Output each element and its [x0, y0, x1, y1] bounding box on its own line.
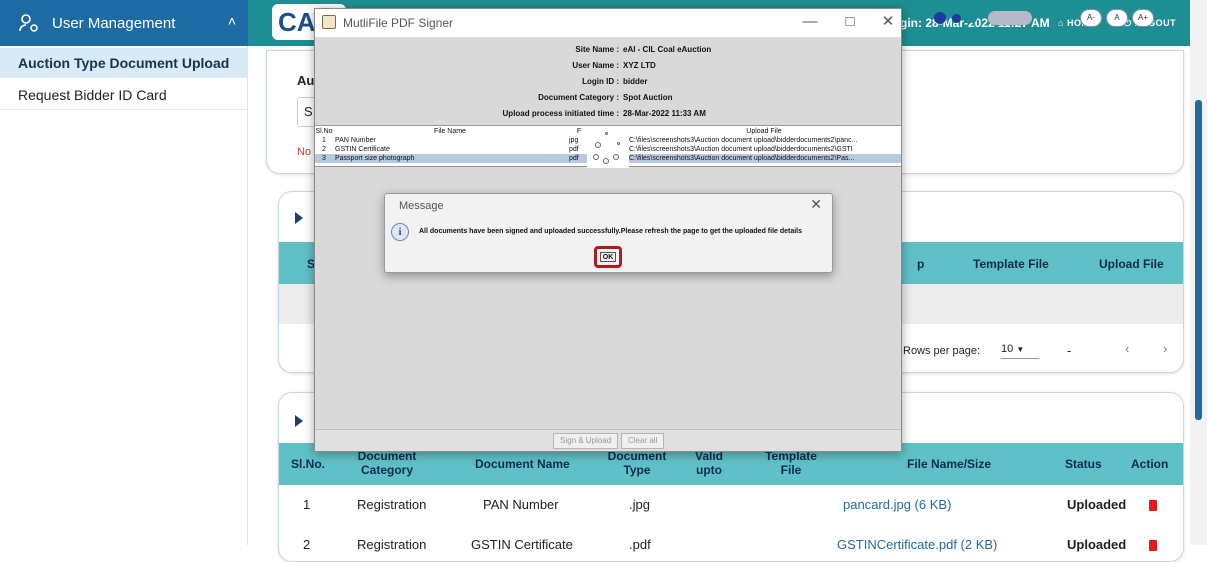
prev-page-icon[interactable]: ‹: [1125, 341, 1129, 356]
column-header: Status: [1065, 457, 1102, 471]
document-category-value: Spot Auction: [623, 93, 673, 102]
row-file-format: pdf: [569, 146, 579, 153]
upload-time-value: 28-Mar-2022 11:33 AM: [623, 109, 706, 118]
close-icon[interactable]: ✕: [810, 196, 822, 213]
chevron-up-icon[interactable]: ˄: [228, 13, 236, 29]
window-button-bar: Sign & Upload Clear all: [315, 429, 901, 451]
site-name-label: Site Name :: [575, 45, 619, 54]
document-category-row: Document Category : Spot Auction: [315, 93, 901, 105]
row-sl: 2: [322, 146, 326, 153]
window-titlebar[interactable]: MutliFile PDF Signer — □ ✕: [315, 9, 901, 37]
sidebar-item-label: Request Bidder ID Card: [18, 86, 167, 103]
sidebar-item-auction-type-document-upload[interactable]: Auction Type Document Upload: [0, 48, 248, 78]
rows-per-page-label: Rows per page:: [903, 345, 981, 357]
row-file-path: C:\files\screenshots3\Auction document u…: [629, 146, 853, 153]
row-document-type: .jpg: [629, 497, 650, 512]
theme-dot[interactable]: [968, 14, 977, 23]
theme-dot[interactable]: [934, 12, 946, 24]
column-header: File Name/Size: [907, 457, 992, 471]
row-file-format: jpg: [569, 137, 579, 144]
column-header: Sl.No: [315, 128, 333, 135]
column-header: File Name: [434, 128, 466, 135]
note-text: No: [297, 146, 312, 158]
theme-dot[interactable]: [952, 14, 961, 23]
message-dialog: Message ✕ i All documents have been sign…: [384, 193, 833, 273]
sidebar-item-label: Auction Type Document Upload: [18, 54, 230, 71]
row-file-format: pdf: [569, 155, 579, 162]
sidebar-item-request-bidder-id-card[interactable]: Request Bidder ID Card: [0, 80, 248, 110]
java-app-icon: [322, 15, 336, 29]
delete-icon[interactable]: [1149, 540, 1157, 551]
font-reset-button[interactable]: A: [1106, 9, 1128, 27]
scrollbar-thumb[interactable]: [1195, 100, 1202, 420]
loading-spinner-icon: [587, 130, 629, 168]
font-decrease-button[interactable]: A-: [1080, 9, 1102, 27]
page-range: -: [1067, 343, 1072, 358]
column-header: Document Name: [475, 457, 570, 471]
login-id-label: Login ID :: [582, 77, 619, 86]
file-link[interactable]: pancard.jpg (6 KB): [843, 497, 951, 512]
rows-per-page-value: 10: [1001, 343, 1014, 355]
login-id-value: bidder: [623, 77, 648, 86]
row-sl: 1: [303, 497, 311, 512]
window-title: MutliFile PDF Signer: [343, 16, 454, 30]
clear-all-button[interactable]: Clear all: [621, 433, 665, 449]
expand-icon[interactable]: [295, 415, 303, 427]
user-settings-icon: [18, 12, 40, 34]
next-page-icon[interactable]: ›: [1163, 341, 1167, 356]
message-text: All documents have been signed and uploa…: [419, 228, 803, 235]
column-header: Valid upto: [694, 449, 723, 477]
maximize-button[interactable]: □: [835, 12, 865, 32]
login-id-row: Login ID : bidder: [315, 77, 901, 89]
row-file-name: Passport size photograph: [335, 155, 415, 162]
column-header: Template File: [973, 257, 1049, 271]
sidebar: User Management ˄ Auction Type Document …: [0, 0, 248, 545]
row-file-name: GSTIN Certificate: [335, 146, 390, 153]
user-management-menu[interactable]: User Management ˄: [0, 0, 248, 46]
upload-time-row: Upload process initiated time : 28-Mar-2…: [315, 109, 901, 121]
row-file-name: PAN Number: [335, 137, 376, 144]
user-name-label: User Name :: [572, 61, 619, 70]
column-header: Upload File: [1099, 257, 1164, 271]
close-button[interactable]: ✕: [873, 12, 903, 32]
font-increase-button[interactable]: A+: [1132, 9, 1154, 27]
info-icon: i: [391, 223, 409, 241]
accessibility-controls: A- A A+: [930, 8, 1190, 28]
row-sl: 1: [322, 137, 326, 144]
form-label: Au: [297, 73, 315, 88]
minimize-button[interactable]: —: [795, 12, 825, 32]
caret-down-icon: ▼: [1016, 345, 1025, 354]
status-text: Uploaded: [1067, 497, 1127, 512]
column-header: Document Category: [357, 449, 417, 477]
column-header: p: [917, 257, 925, 271]
column-header: Template File: [765, 449, 817, 477]
user-management-label: User Management: [52, 14, 176, 32]
ok-highlight: OK: [594, 246, 622, 268]
row-document-name: PAN Number: [483, 497, 559, 512]
expand-icon[interactable]: [295, 212, 303, 224]
delete-icon[interactable]: [1149, 500, 1157, 511]
upload-time-label: Upload process initiated time :: [502, 109, 619, 118]
sign-upload-button[interactable]: Sign & Upload: [553, 433, 619, 449]
row-category: Registration: [357, 497, 427, 512]
rows-per-page-select[interactable]: 10 ▼: [1001, 343, 1039, 359]
ok-button[interactable]: OK: [600, 252, 616, 262]
site-name-value: eAI - CIL Coal eAuction: [623, 45, 712, 54]
message-title: Message: [399, 200, 444, 212]
page-scrollbar[interactable]: [1190, 0, 1207, 545]
column-header: Sl.No.: [291, 457, 326, 471]
site-name-row: Site Name : eAI - CIL Coal eAuction: [315, 45, 901, 57]
column-header: Upload File: [746, 128, 782, 135]
document-category-label: Document Category :: [538, 93, 619, 102]
row-file-path: C:\files\screenshots3\Auction document u…: [629, 137, 858, 144]
user-name-value: XYZ LTD: [623, 61, 656, 70]
row-file-path: C:\files\screenshots3\Auction document u…: [629, 155, 855, 162]
column-header: Action: [1131, 457, 1169, 471]
column-header: Document Type: [607, 449, 667, 477]
user-name-row: User Name : XYZ LTD: [315, 61, 901, 73]
contrast-toggle[interactable]: [988, 11, 1032, 25]
row-sl: 3: [322, 155, 326, 162]
